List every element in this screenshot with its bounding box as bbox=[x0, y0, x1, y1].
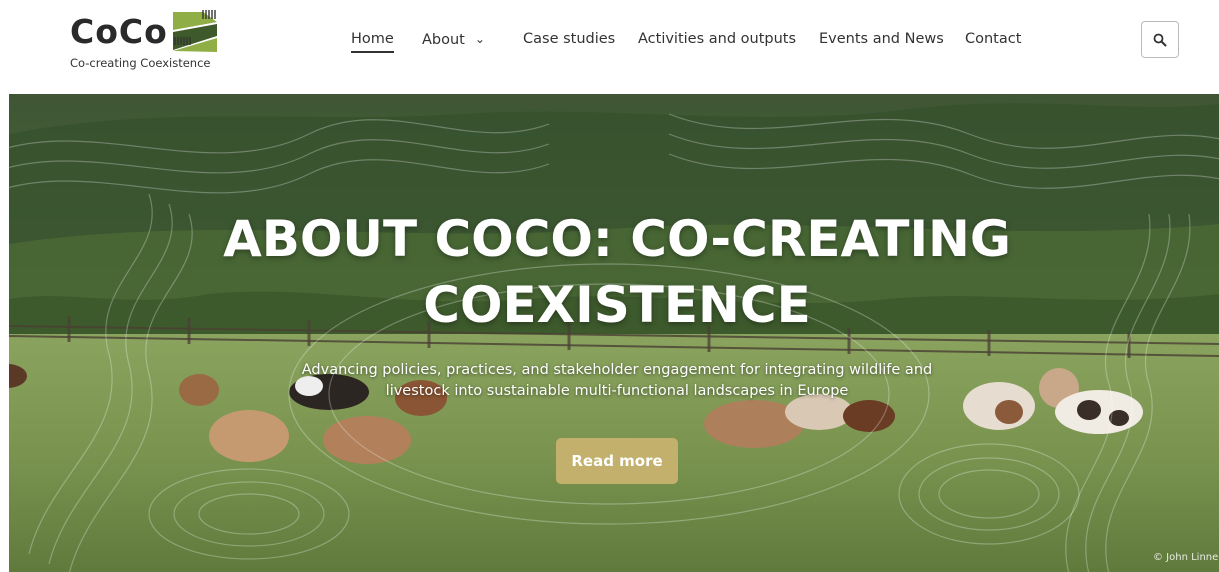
hero-subtitle-line: Advancing policies, practices, and stake… bbox=[301, 362, 933, 378]
hero-banner: ABOUT COCO: CO-CREATING COEXISTENCE Adva… bbox=[9, 94, 1219, 572]
nav-item-label: Case studies bbox=[523, 31, 616, 47]
logo-tagline: Co-creating Coexistence bbox=[70, 56, 211, 70]
search-button[interactable] bbox=[1141, 21, 1179, 58]
nav-item-label: Contact bbox=[965, 31, 1022, 47]
logo-wordmark: CoCo bbox=[70, 12, 168, 51]
read-more-button[interactable]: Read more bbox=[556, 438, 678, 484]
hero-subtitle: Advancing policies, practices, and stake… bbox=[264, 360, 970, 402]
nav-item-label: Home bbox=[351, 31, 394, 47]
nav-item-label: Events and News bbox=[819, 31, 944, 47]
striped-field-logo-icon bbox=[173, 10, 217, 52]
chevron-down-icon: ⌄ bbox=[474, 32, 485, 46]
hero-title: ABOUT COCO: CO-CREATING COEXISTENCE bbox=[9, 206, 1219, 338]
hero-title-line: COEXISTENCE bbox=[423, 276, 811, 334]
site-header: CoCo Co-creating Coexistence Home About ⌄… bbox=[0, 0, 1219, 94]
nav-item-home[interactable]: Home bbox=[351, 28, 394, 54]
nav-item-about[interactable]: About ⌄ bbox=[422, 28, 485, 54]
nav-item-label: Activities and outputs bbox=[638, 31, 797, 47]
nav-item-activities-and-outputs[interactable]: Activities and outputs bbox=[638, 28, 796, 54]
nav-item-label: About bbox=[422, 32, 465, 48]
hero-subtitle-line: livestock into sustainable multi-functio… bbox=[385, 383, 849, 399]
nav-item-case-studies[interactable]: Case studies bbox=[523, 28, 615, 54]
search-icon bbox=[1153, 33, 1167, 46]
nav-item-contact[interactable]: Contact bbox=[965, 28, 1021, 54]
photo-credit: © John Linnell bbox=[1153, 552, 1219, 563]
nav-item-events-and-news[interactable]: Events and News bbox=[819, 28, 944, 54]
hero-title-line: ABOUT COCO: CO-CREATING bbox=[223, 210, 1011, 268]
site-logo[interactable]: CoCo Co-creating Coexistence bbox=[70, 10, 230, 74]
